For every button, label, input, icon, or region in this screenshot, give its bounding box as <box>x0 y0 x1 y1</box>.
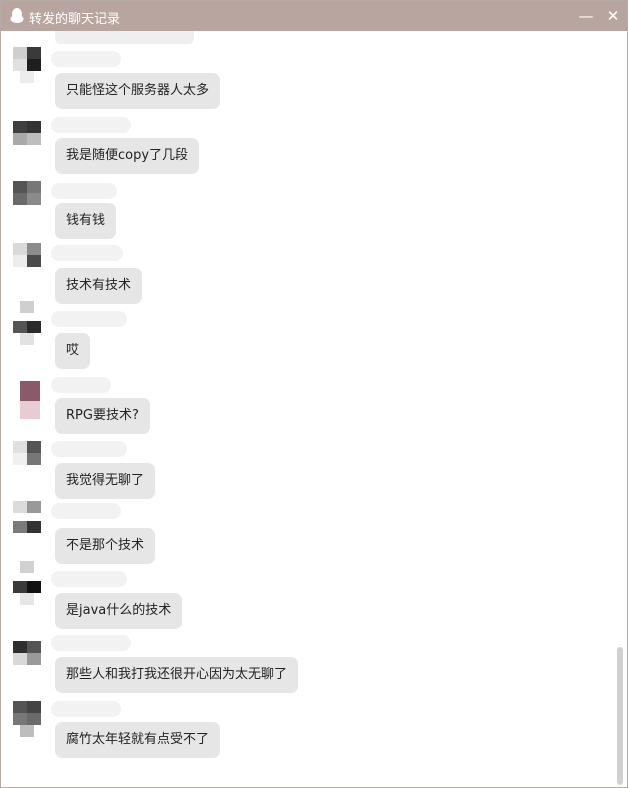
sender-name <box>51 441 127 457</box>
sender-name <box>51 503 121 519</box>
message-bubble: 那些人和我打我还很开心因为太无聊了 <box>55 657 299 693</box>
avatar <box>13 41 43 83</box>
minimize-button[interactable]: — <box>576 6 596 26</box>
sender-name <box>51 245 123 261</box>
sender-name <box>51 183 117 199</box>
scrollbar-thumb[interactable] <box>617 647 623 785</box>
message-bubble-partial <box>55 31 194 44</box>
avatar <box>13 437 43 479</box>
message-bubble: 钱有钱 <box>55 203 117 239</box>
sender-name <box>51 635 131 651</box>
avatar <box>13 301 43 345</box>
avatar <box>13 693 43 737</box>
sender-name <box>51 51 121 67</box>
avatar <box>13 241 43 283</box>
avatar <box>13 501 43 543</box>
avatar <box>13 179 43 221</box>
sender-name <box>51 701 121 717</box>
chat-record-window: 转发的聊天记录 — ✕ 只能怪这个服务器人太多 我是随便copy了几段 钱有钱 … <box>0 0 628 788</box>
sender-name <box>51 311 127 327</box>
window-title: 转发的聊天记录 <box>29 12 121 27</box>
title-bar[interactable]: 转发的聊天记录 — ✕ <box>1 1 627 31</box>
sender-name <box>51 571 127 587</box>
sender-name <box>51 117 131 133</box>
message-bubble: 不是那个技术 <box>55 528 156 564</box>
avatar <box>13 115 43 157</box>
message-bubble: 哎 <box>55 333 91 369</box>
close-button[interactable]: ✕ <box>603 6 623 26</box>
message-bubble: 腐竹太年轻就有点受不了 <box>55 722 221 758</box>
qq-penguin-icon <box>10 8 24 23</box>
message-bubble: RPG要技术? <box>55 398 150 434</box>
avatar <box>13 627 43 669</box>
chat-history[interactable]: 只能怪这个服务器人太多 我是随便copy了几段 钱有钱 技术有技术 哎 RPG要… <box>1 31 627 787</box>
message-bubble: 我是随便copy了几段 <box>55 138 200 174</box>
message-bubble: 只能怪这个服务器人太多 <box>55 73 221 109</box>
message-bubble: 是java什么的技术 <box>55 593 183 629</box>
avatar <box>13 375 43 419</box>
message-bubble: 我觉得无聊了 <box>55 463 156 499</box>
avatar <box>13 561 43 605</box>
message-bubble: 技术有技术 <box>55 268 143 304</box>
sender-name <box>51 377 111 393</box>
